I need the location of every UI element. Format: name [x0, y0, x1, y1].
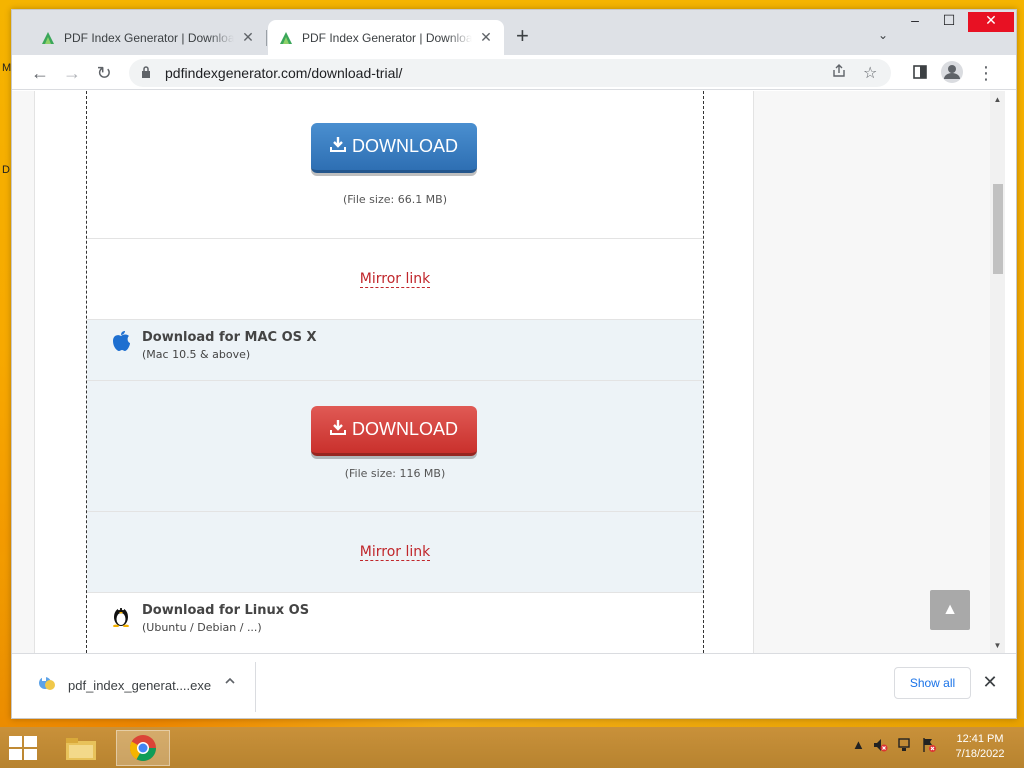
- file-explorer-taskbar-icon[interactable]: [54, 730, 108, 766]
- share-icon[interactable]: [831, 63, 847, 84]
- download-button-label: DOWNLOAD: [351, 136, 458, 156]
- mac-mirror-link[interactable]: Mirror link: [87, 544, 703, 561]
- download-box: DOWNLOAD (File size: 66.1 MB) Mirror lin…: [86, 91, 704, 653]
- volume-muted-icon[interactable]: [872, 737, 888, 756]
- menu-kebab-icon[interactable]: ⋮: [974, 61, 998, 85]
- show-all-downloads-button[interactable]: Show all: [894, 667, 971, 699]
- tab-pdf-index-generator-1[interactable]: PDF Index Generator | Download ✕: [30, 20, 266, 55]
- tux-linux-icon: [111, 603, 131, 633]
- apple-icon: [111, 330, 131, 358]
- page-scrollbar[interactable]: ▲ ▼: [990, 91, 1005, 653]
- tab-strip: PDF Index Generator | Download ✕ PDF Ind…: [12, 10, 1016, 55]
- reload-button[interactable]: ↻: [92, 61, 116, 85]
- action-center-flag-icon[interactable]: [921, 737, 937, 756]
- mac-section-title: Download for MAC OS X: [142, 330, 317, 345]
- windows-download-button[interactable]: DOWNLOAD: [311, 123, 477, 173]
- url-text[interactable]: pdfindexgenerator.com/download-trial/: [165, 65, 402, 81]
- system-clock[interactable]: 12:41 PM 7/18/2022: [940, 732, 1020, 762]
- mac-header-section: Download for MAC OS X (Mac 10.5 & above): [87, 320, 703, 381]
- browser-window: PDF Index Generator | Download ✕ PDF Ind…: [11, 9, 1017, 719]
- lock-icon[interactable]: [141, 65, 155, 81]
- divider: [255, 662, 256, 712]
- desktop-icon-label: D: [2, 164, 10, 176]
- start-button[interactable]: [9, 736, 39, 760]
- mac-file-size: (File size: 116 MB): [344, 467, 446, 480]
- bookmark-star-icon[interactable]: ☆: [863, 63, 877, 83]
- address-bar[interactable]: pdfindexgenerator.com/download-trial/ ☆: [129, 59, 891, 87]
- close-download-shelf-icon[interactable]: ✕: [980, 672, 1000, 693]
- windows-mirror-section: Mirror link: [87, 239, 703, 320]
- tab-close-icon[interactable]: ✕: [478, 29, 494, 46]
- window-close-button[interactable]: ✕: [968, 12, 1014, 32]
- windows-taskbar: ▲ 12:41 PM 7/18/2022: [0, 727, 1024, 768]
- clock-date: 7/18/2022: [955, 748, 1005, 760]
- forward-button[interactable]: →: [60, 61, 84, 85]
- scroll-up-arrow-icon[interactable]: ▲: [990, 95, 1005, 104]
- mac-download-button[interactable]: DOWNLOAD: [311, 406, 477, 456]
- tab-pdf-index-generator-2[interactable]: PDF Index Generator | Download ✕: [268, 20, 504, 55]
- desktop-icon-label: M: [2, 62, 12, 74]
- downloaded-file-name[interactable]: pdf_index_generat....exe: [68, 678, 211, 693]
- clock-time: 12:41 PM: [956, 733, 1004, 745]
- pdf-index-generator-favicon-icon: [280, 31, 292, 44]
- download-arrow-icon: [329, 136, 346, 157]
- installer-file-icon: [38, 674, 56, 697]
- windows-mirror-link[interactable]: Mirror link: [87, 271, 703, 288]
- linux-section-subtitle: (Ubuntu / Debian / ...): [142, 621, 262, 634]
- tab-separator: [266, 30, 267, 46]
- page-content: DOWNLOAD (File size: 66.1 MB) Mirror lin…: [34, 91, 754, 653]
- page-viewport: DOWNLOAD (File size: 66.1 MB) Mirror lin…: [12, 91, 1005, 653]
- mac-mirror-section: Mirror link: [87, 512, 703, 593]
- mac-section-subtitle: (Mac 10.5 & above): [142, 348, 251, 361]
- download-arrow-icon: [329, 419, 346, 440]
- tab-close-icon[interactable]: ✕: [240, 29, 256, 46]
- mirror-link-text[interactable]: Mirror link: [359, 544, 431, 561]
- mirror-link-text[interactable]: Mirror link: [359, 271, 431, 288]
- windows-file-size: (File size: 66.1 MB): [342, 193, 448, 206]
- download-button-label: DOWNLOAD: [351, 419, 458, 439]
- new-tab-button[interactable]: +: [516, 25, 529, 47]
- scroll-down-arrow-icon[interactable]: ▼: [990, 641, 1005, 650]
- download-shelf: pdf_index_generat....exe Show all ✕: [12, 653, 1016, 718]
- network-icon[interactable]: [897, 737, 913, 756]
- tab-title: PDF Index Generator | Download: [64, 30, 234, 45]
- scrollbar-thumb[interactable]: [993, 184, 1003, 274]
- linux-header-section: Download for Linux OS (Ubuntu / Debian /…: [87, 593, 703, 653]
- mac-download-section: DOWNLOAD (File size: 116 MB): [87, 381, 703, 512]
- maximize-button[interactable]: ☐: [934, 12, 964, 29]
- tab-search-chevron-icon[interactable]: ⌄: [878, 28, 888, 42]
- minimize-button[interactable]: –: [900, 12, 930, 28]
- chrome-taskbar-icon[interactable]: [116, 730, 170, 766]
- browser-toolbar: ← → ↻ pdfindexgenerator.com/download-tri…: [12, 55, 1016, 90]
- tab-title: PDF Index Generator | Download: [302, 30, 472, 45]
- show-hidden-icons-chevron-icon[interactable]: ▲: [852, 737, 865, 752]
- linux-section-title: Download for Linux OS: [142, 603, 310, 618]
- back-button[interactable]: ←: [28, 61, 52, 85]
- windows-download-section: DOWNLOAD (File size: 66.1 MB): [87, 91, 703, 239]
- back-to-top-button[interactable]: ▲: [930, 590, 970, 630]
- pdf-index-generator-favicon-icon: [42, 31, 54, 44]
- profile-avatar-icon[interactable]: [940, 61, 964, 85]
- download-options-chevron-icon[interactable]: [224, 674, 236, 690]
- side-panel-icon[interactable]: [908, 61, 932, 85]
